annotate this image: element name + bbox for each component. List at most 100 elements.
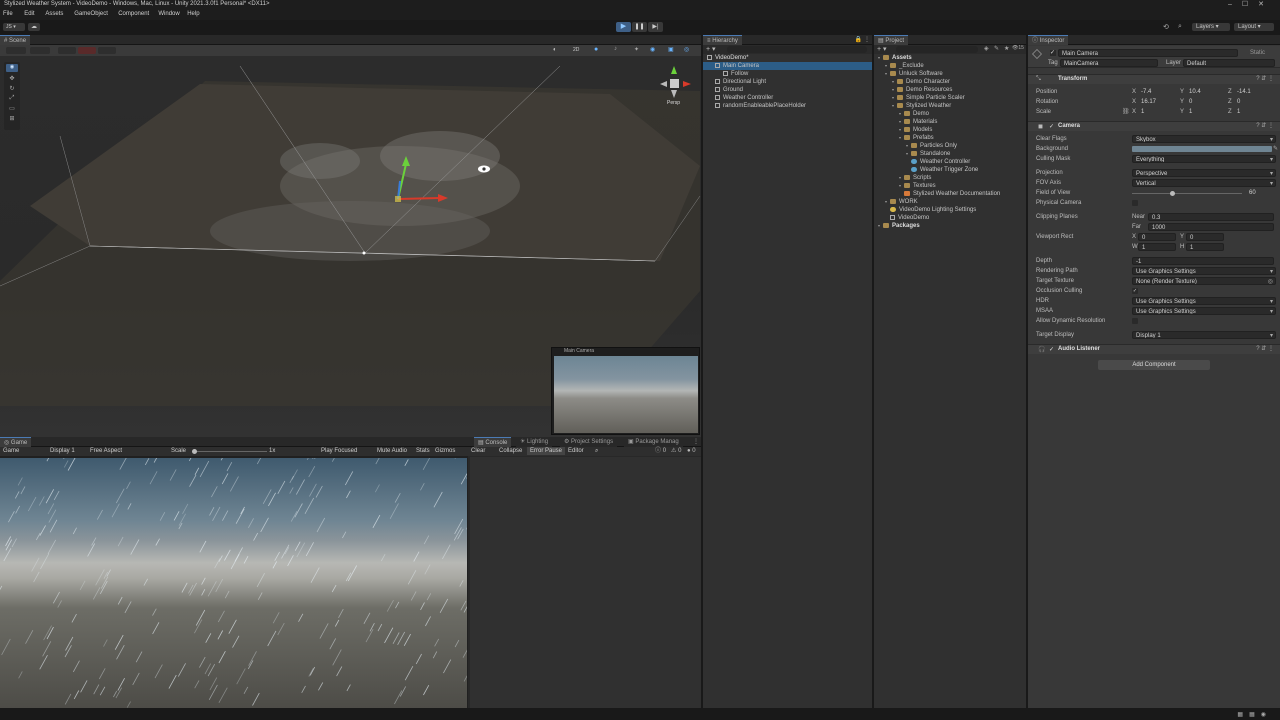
object-picker-icon[interactable]: ◎ bbox=[1268, 278, 1273, 284]
grid-dropdown[interactable] bbox=[58, 47, 76, 54]
fov-value-field[interactable]: 60 bbox=[1246, 189, 1274, 197]
layers-dropdown[interactable]: Layers ▾ bbox=[1192, 23, 1230, 31]
project-item[interactable]: VideoDemo Lighting Settings bbox=[874, 206, 1026, 214]
game-mode-dropdown[interactable]: Game bbox=[0, 447, 22, 455]
fov-slider-handle[interactable] bbox=[1170, 191, 1175, 196]
panel-menu-icon[interactable]: ⋮ bbox=[693, 438, 699, 445]
menu-item-help[interactable]: Help bbox=[187, 11, 199, 17]
project-item[interactable]: ▾ Materials bbox=[874, 118, 1026, 126]
editor-dropdown[interactable]: Editor bbox=[565, 447, 587, 455]
static-toggle[interactable]: Static bbox=[1250, 48, 1265, 58]
clear-button[interactable]: Clear bbox=[468, 447, 488, 455]
warn-count[interactable]: ⚠ 0 bbox=[668, 447, 684, 455]
target-display-dropdown[interactable]: Display 1 ▾ bbox=[1132, 331, 1276, 339]
audio-enabled-checkbox[interactable]: ✓ bbox=[1049, 346, 1054, 353]
info-count[interactable]: ⓘ 0 bbox=[652, 447, 669, 455]
play-focused-dropdown[interactable]: Play Focused bbox=[318, 447, 360, 455]
project-item[interactable]: ▾ Demo bbox=[874, 110, 1026, 118]
gizmos-dropdown-icon[interactable]: ◎ bbox=[684, 46, 689, 53]
project-item[interactable]: ▾ Models bbox=[874, 126, 1026, 134]
camera-header[interactable]: ◼ ✓ Camera ? ⇵ ⋮ bbox=[1028, 121, 1280, 131]
eyedropper-icon[interactable]: ✎ bbox=[1273, 145, 1278, 152]
project-search-input[interactable] bbox=[896, 46, 978, 53]
transform-header[interactable]: ⤡ Transform ? ⇵ ⋮ bbox=[1028, 74, 1280, 84]
project-item[interactable]: ▾ Prefabs bbox=[874, 134, 1026, 142]
status-icons[interactable]: ▦▦◉ bbox=[1237, 711, 1272, 718]
hierarchy-item[interactable]: Directional Light bbox=[703, 78, 872, 86]
game-viewport[interactable] bbox=[0, 458, 467, 708]
dynamic-resolution-checkbox[interactable] bbox=[1132, 318, 1138, 324]
increment-dropdown[interactable] bbox=[98, 47, 116, 54]
view-tool-icon[interactable]: ◉ bbox=[6, 64, 18, 72]
projection-dropdown[interactable]: Perspective ▾ bbox=[1132, 169, 1276, 177]
lock-icon[interactable]: 🔒 bbox=[855, 36, 862, 43]
visibility-toggle-icon[interactable]: ◉ bbox=[650, 46, 655, 53]
account-button[interactable]: JS ▾ bbox=[3, 23, 25, 31]
audio-menu-icon[interactable]: ? ⇵ ⋮ bbox=[1256, 345, 1274, 352]
hierarchy-search-input[interactable] bbox=[727, 46, 867, 53]
pause-button[interactable]: ❚❚ bbox=[632, 22, 647, 32]
console-search-icon[interactable]: ⌕ bbox=[592, 447, 601, 455]
camera-menu-icon[interactable]: ? ⇵ ⋮ bbox=[1256, 122, 1274, 129]
tab-inspector[interactable]: ⓘ Inspector bbox=[1028, 35, 1069, 45]
tab-package-manag[interactable]: ▣ Package Manag bbox=[624, 437, 683, 447]
transform-tools-dropdown[interactable] bbox=[6, 47, 26, 54]
menu-item-file[interactable]: File bbox=[3, 11, 13, 17]
component-menu-icon[interactable]: ? ⇵ ⋮ bbox=[1256, 75, 1274, 82]
gizmos-toggle[interactable]: Gizmos bbox=[432, 447, 458, 455]
project-item[interactable]: ▾ Scripts bbox=[874, 174, 1026, 182]
collapse-toggle[interactable]: Collapse bbox=[496, 447, 525, 455]
transform-field-z[interactable]: 1 bbox=[1234, 108, 1274, 116]
tab-scene[interactable]: # Scene bbox=[0, 35, 31, 45]
hidden-count[interactable]: 👁15 bbox=[1012, 45, 1024, 51]
mute-audio-toggle[interactable]: Mute Audio bbox=[374, 447, 410, 455]
project-item[interactable]: ▾ Standalone bbox=[874, 150, 1026, 158]
project-item[interactable]: VideoDemo bbox=[874, 214, 1026, 222]
camera-settings-icon[interactable]: ▣ bbox=[668, 46, 674, 53]
error-count[interactable]: ● 0 bbox=[684, 447, 699, 455]
clip-near-field[interactable]: 0.3 bbox=[1148, 213, 1274, 221]
fov-slider[interactable] bbox=[1132, 191, 1242, 196]
tag-dropdown[interactable]: MainCamera bbox=[1060, 59, 1158, 67]
project-item[interactable]: Weather Controller bbox=[874, 158, 1026, 166]
active-checkbox[interactable]: ✓ bbox=[1050, 50, 1056, 56]
target-texture-field[interactable]: None (Render Texture) ◎ bbox=[1132, 277, 1276, 285]
menu-item-gameobject[interactable]: GameObject bbox=[74, 11, 108, 17]
toggle-2d-button[interactable]: 2D bbox=[573, 47, 583, 54]
pivot-dropdown[interactable] bbox=[30, 47, 50, 54]
project-item[interactable]: ▾ Packages bbox=[874, 222, 1026, 230]
project-item[interactable]: ▾ Unluck Software bbox=[874, 70, 1026, 78]
hierarchy-item[interactable]: Follow bbox=[703, 70, 872, 78]
search-icon[interactable]: ⌕ bbox=[1178, 23, 1182, 31]
culling-mask-dropdown[interactable]: Everything ▾ bbox=[1132, 155, 1276, 163]
layout-dropdown[interactable]: Layout ▾ bbox=[1234, 23, 1274, 31]
transform-field-z[interactable]: 0 bbox=[1234, 98, 1274, 106]
lighting-toggle-icon[interactable]: ● bbox=[594, 46, 602, 54]
viewport-vw-field[interactable]: 1 bbox=[1138, 243, 1176, 251]
panel-menu-icon[interactable]: ⋮ bbox=[864, 36, 870, 43]
project-item[interactable]: ▾ Simple Particle Scaler bbox=[874, 94, 1026, 102]
menu-item-component[interactable]: Component bbox=[118, 11, 149, 17]
audio-toggle-icon[interactable]: ♪ bbox=[614, 46, 617, 52]
transform-field-y[interactable]: 10.4 bbox=[1186, 88, 1226, 96]
menu-item-window[interactable]: Window bbox=[158, 11, 179, 17]
menu-item-assets[interactable]: Assets bbox=[45, 11, 63, 17]
object-name-field[interactable]: Main Camera bbox=[1058, 49, 1238, 57]
filter-type-icon[interactable]: ◈ bbox=[984, 45, 989, 52]
play-button[interactable]: ▶ bbox=[616, 22, 631, 32]
filter-label-icon[interactable]: ✎ bbox=[994, 45, 999, 52]
rotate-tool-icon[interactable]: ↻ bbox=[6, 85, 18, 93]
hdr-dropdown[interactable]: Use Graphics Settings ▾ bbox=[1132, 297, 1276, 305]
transform-field-z[interactable]: -14.1 bbox=[1234, 88, 1274, 96]
scale-slider[interactable] bbox=[192, 449, 267, 454]
viewport-vx-field[interactable]: 0 bbox=[1138, 233, 1176, 241]
camera-enabled-checkbox[interactable]: ✓ bbox=[1049, 123, 1054, 130]
rendering-path-dropdown[interactable]: Use Graphics Settings ▾ bbox=[1132, 267, 1276, 275]
project-item[interactable]: ▾ Assets bbox=[874, 54, 1026, 62]
tab-project[interactable]: ▤ Project bbox=[874, 35, 909, 45]
draw-mode-icon[interactable]: ◐ bbox=[553, 47, 563, 54]
msaa-dropdown[interactable]: Use Graphics Settings ▾ bbox=[1132, 307, 1276, 315]
project-item[interactable]: ▾ Demo Resources bbox=[874, 86, 1026, 94]
clip-far-field[interactable]: 1000 bbox=[1148, 223, 1274, 231]
add-component-button[interactable]: Add Component bbox=[1098, 360, 1210, 370]
